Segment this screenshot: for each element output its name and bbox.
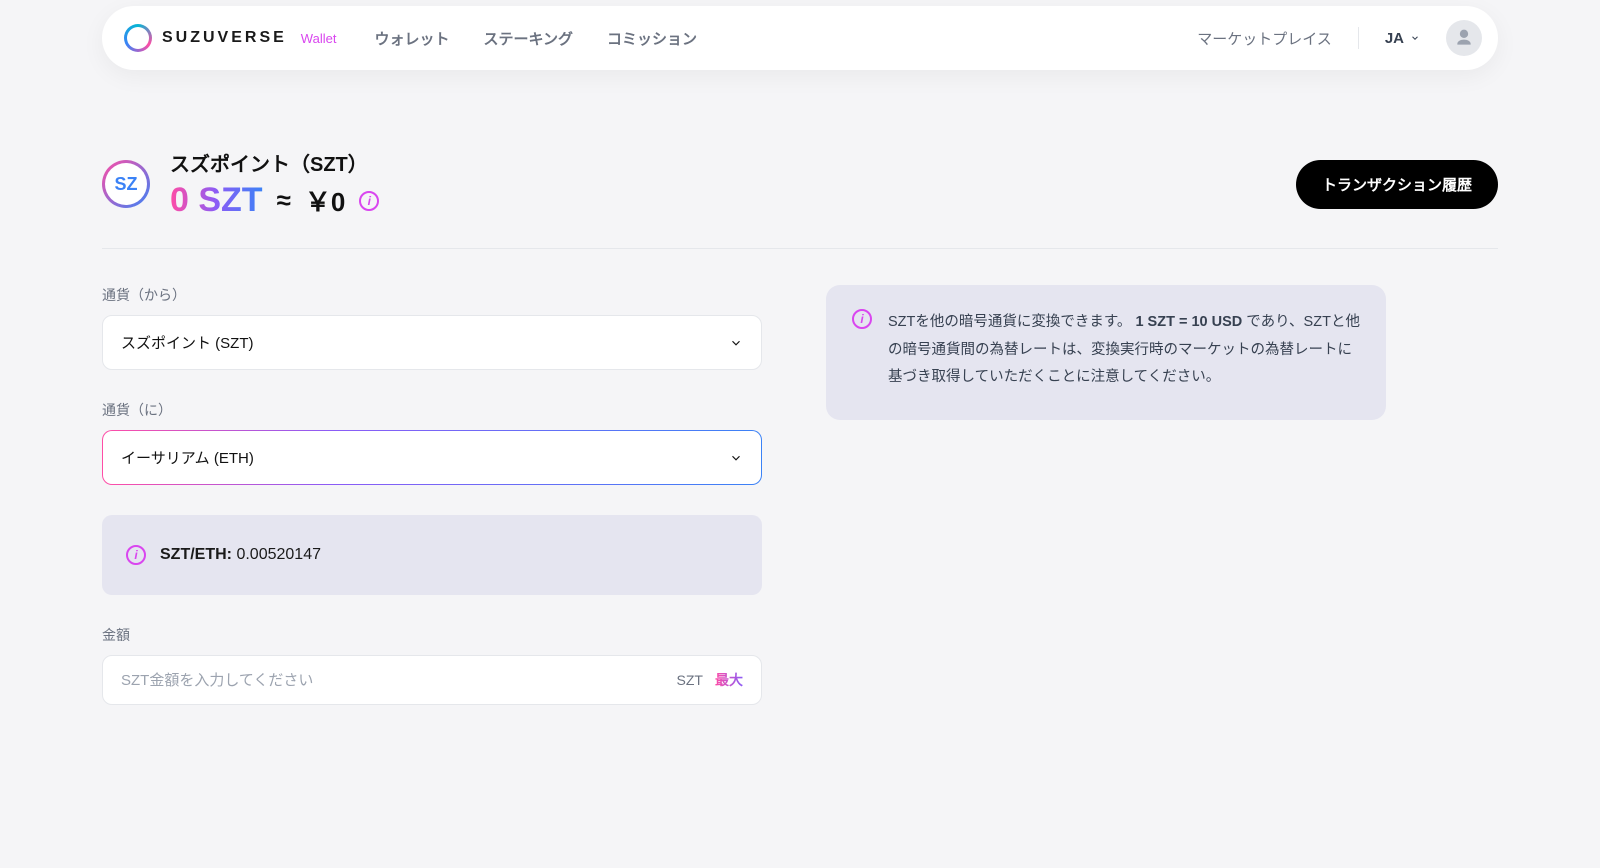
balance-amount-row: 0 SZT ≈ ￥0 i xyxy=(170,181,379,220)
approx-symbol: ≈ xyxy=(277,185,291,216)
nav-link-commission[interactable]: コミッション xyxy=(607,28,697,49)
notice-prefix: SZTを他の暗号通貨に変換できます。 xyxy=(888,314,1131,330)
nav-link-wallet[interactable]: ウォレット xyxy=(374,28,449,49)
separator xyxy=(102,248,1498,249)
avatar[interactable] xyxy=(1446,20,1482,56)
from-currency-value: スズポイント (SZT) xyxy=(121,332,254,353)
chevron-down-icon xyxy=(729,336,743,350)
notice-bold: 1 SZT = 10 USD xyxy=(1135,314,1242,330)
notice-panel: i SZTを他の暗号通貨に変換できます。 1 SZT = 10 USD であり、… xyxy=(826,285,1386,420)
amount-field: SZT 最大 xyxy=(102,655,762,705)
balance-amount: 0 SZT xyxy=(170,181,263,220)
info-icon: i xyxy=(126,545,146,565)
rate-box: i SZT/ETH: 0.00520147 xyxy=(102,515,762,595)
to-currency-select[interactable]: イーサリアム (ETH) xyxy=(102,430,762,485)
amount-unit: SZT xyxy=(677,672,703,688)
to-label: 通貨（に） xyxy=(102,400,762,420)
convert-form: 通貨（から） スズポイント (SZT) 通貨（に） イーサリアム (ETH) i… xyxy=(102,285,762,705)
user-icon xyxy=(1454,28,1474,48)
transaction-history-button[interactable]: トランザクション履歴 xyxy=(1296,160,1498,209)
coin-glyph: SZ xyxy=(114,174,137,195)
top-nav: SUZUVERSE Wallet ウォレット ステーキング コミッション マーケ… xyxy=(102,6,1498,70)
notice: i SZTを他の暗号通貨に変換できます。 1 SZT = 10 USD であり、… xyxy=(826,285,1386,420)
nav-links: ウォレット ステーキング コミッション xyxy=(374,28,697,49)
nav-right: マーケットプレイス JA xyxy=(1197,20,1482,56)
nav-link-staking[interactable]: ステーキング xyxy=(483,28,573,49)
amount-label: 金額 xyxy=(102,625,762,645)
balance-left: SZ スズポイント（SZT） 0 SZT ≈ ￥0 i xyxy=(102,148,379,220)
language-label: JA xyxy=(1385,30,1404,47)
balance-texts: スズポイント（SZT） 0 SZT ≈ ￥0 i xyxy=(170,148,379,220)
from-label: 通貨（から） xyxy=(102,285,762,305)
amount-input[interactable] xyxy=(121,672,665,689)
brand-logo-icon xyxy=(124,24,152,52)
nav-divider xyxy=(1358,27,1359,49)
to-currency-value: イーサリアム (ETH) xyxy=(121,447,254,468)
nav-link-marketplace[interactable]: マーケットプレイス xyxy=(1197,28,1332,49)
coin-icon: SZ xyxy=(102,160,150,208)
brand-name: SUZUVERSE xyxy=(162,29,287,47)
rate-value: 0.00520147 xyxy=(236,546,321,563)
info-icon: i xyxy=(852,309,872,329)
main-grid: 通貨（から） スズポイント (SZT) 通貨（に） イーサリアム (ETH) i… xyxy=(102,285,1498,705)
approx-value: ￥0 xyxy=(305,182,345,219)
notice-text: SZTを他の暗号通貨に変換できます。 1 SZT = 10 USD であり、SZ… xyxy=(888,309,1360,392)
max-button[interactable]: 最大 xyxy=(715,670,743,690)
balance-title: スズポイント（SZT） xyxy=(170,148,379,177)
chevron-down-icon xyxy=(1410,33,1420,43)
from-currency-select[interactable]: スズポイント (SZT) xyxy=(102,315,762,370)
brand-subtitle: Wallet xyxy=(301,31,337,46)
info-icon[interactable]: i xyxy=(359,191,379,211)
balance-header: SZ スズポイント（SZT） 0 SZT ≈ ￥0 i トランザクション履歴 xyxy=(102,148,1498,220)
brand[interactable]: SUZUVERSE Wallet xyxy=(124,24,336,52)
rate-label: SZT/ETH: xyxy=(160,546,232,563)
language-selector[interactable]: JA xyxy=(1385,30,1420,47)
chevron-down-icon xyxy=(729,451,743,465)
